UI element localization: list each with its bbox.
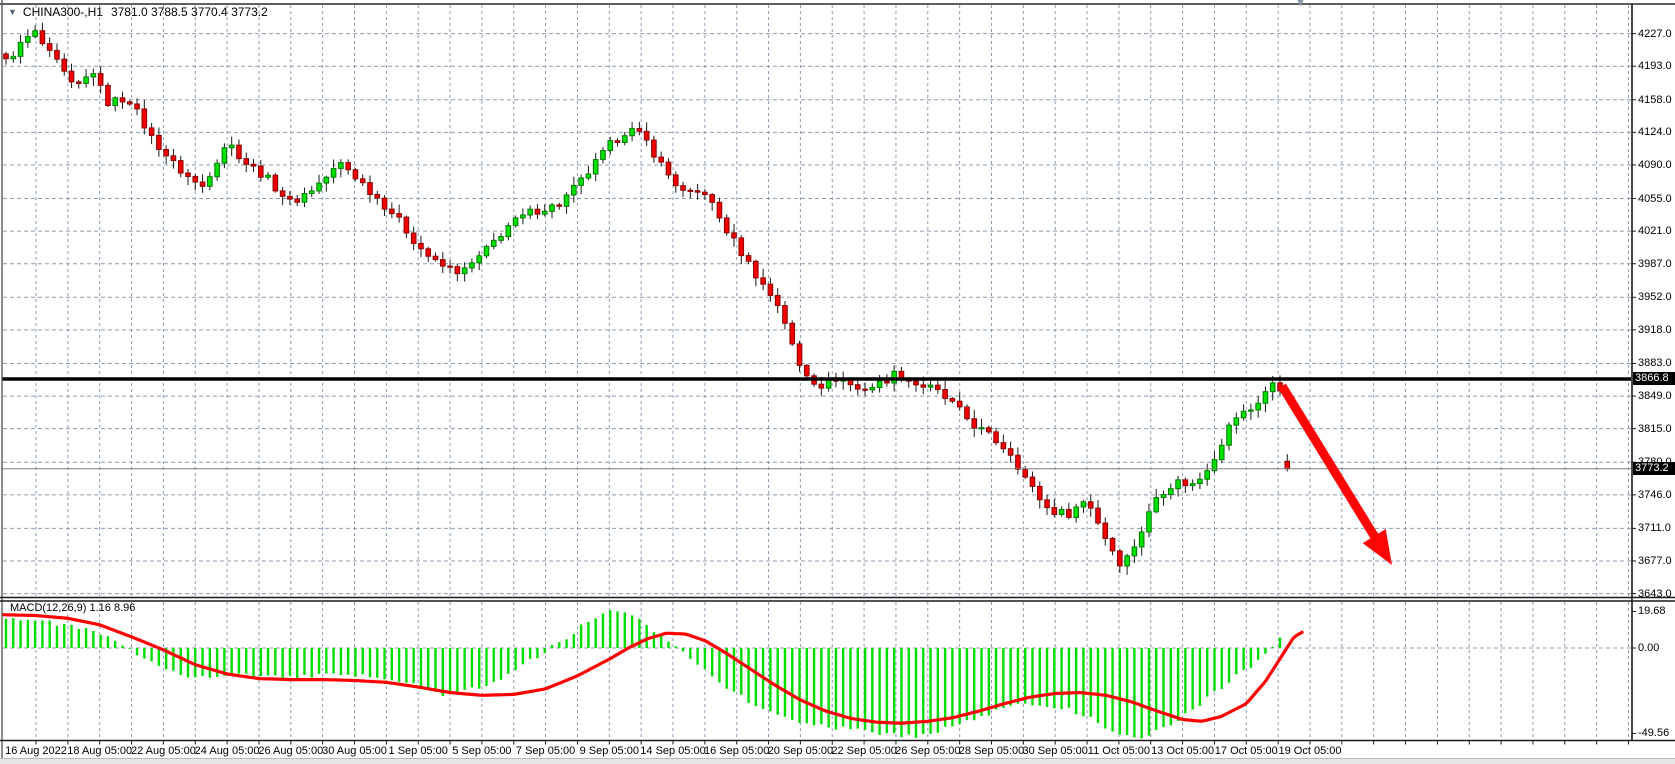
time-tick-label: 11 Oct 05:00 — [1088, 745, 1150, 757]
price-tick-label: 3987.0 — [1638, 258, 1672, 270]
time-tick-label: 28 Sep 05:00 — [959, 745, 1024, 757]
grid-layer — [3, 5, 1631, 740]
indicator-values: 1.16 8.96 — [89, 602, 135, 614]
price-tick-label: 4227.0 — [1638, 28, 1672, 40]
chart-title: ▼ CHINA300-,H1 3781.0 3788.5 3770.4 3773.2 — [8, 5, 268, 19]
time-tick-label: 9 Sep 05:00 — [580, 745, 639, 757]
price-tick-label: 3643.0 — [1638, 588, 1672, 600]
time-tick-label: 1 Sep 05:00 — [389, 745, 448, 757]
macd-signal-line — [3, 615, 1302, 723]
time-tick-label: 30 Sep 05:00 — [1022, 745, 1087, 757]
symbol-dropdown-icon[interactable]: ▼ — [8, 7, 17, 17]
time-tick-label: 13 Oct 05:00 — [1151, 745, 1214, 757]
time-tick-label: 19 Oct 05:00 — [1279, 745, 1342, 757]
price-tick-label: 3952.0 — [1638, 291, 1672, 303]
time-tick-label: 18 Aug 05:00 — [67, 745, 132, 757]
macd-tick-label: 19.68 — [1638, 605, 1666, 617]
price-tick-label: 4158.0 — [1638, 94, 1672, 106]
time-tick-label: 16 Aug 2022 — [5, 745, 67, 757]
macd-tick-label: -49.56 — [1638, 727, 1669, 739]
price-tick-label: 4090.0 — [1638, 159, 1672, 171]
time-tick-label: 14 Sep 05:00 — [640, 745, 705, 757]
time-tick-label: 24 Aug 05:00 — [195, 745, 260, 757]
symbol-timeframe-label: CHINA300-,H1 — [23, 5, 103, 19]
price-tick-label: 3918.0 — [1638, 324, 1672, 336]
scroll-to-end-icon[interactable]: ▼ — [1295, 0, 1306, 9]
price-tick-label: 4124.0 — [1638, 126, 1672, 138]
price-tick-label: 3883.0 — [1638, 357, 1672, 369]
window-bottom-edge — [0, 758, 1675, 764]
price-tick-label: 4055.0 — [1638, 193, 1672, 205]
ohlc-readout: 3781.0 3788.5 3770.4 3773.2 — [111, 5, 268, 19]
trading-chart-window: ▼ CHINA300-,H1 3781.0 3788.5 3770.4 3773.2… — [0, 0, 1675, 764]
time-tick-label: 30 Aug 05:00 — [322, 745, 387, 757]
time-tick-label: 26 Sep 05:00 — [895, 745, 960, 757]
time-tick-label: 17 Oct 05:00 — [1215, 745, 1278, 757]
price-tick-label: 4193.0 — [1638, 60, 1672, 72]
candlestick-series — [4, 23, 1290, 575]
time-tick-label: 22 Aug 05:00 — [131, 745, 196, 757]
price-tick-label: 3711.0 — [1638, 522, 1671, 534]
time-tick-label: 22 Sep 05:00 — [831, 745, 896, 757]
time-tick-label: 7 Sep 05:00 — [516, 745, 575, 757]
hline-price-badge: 3866.8 — [1633, 372, 1675, 385]
chart-canvas[interactable] — [0, 0, 1675, 764]
down-arrow-annotation[interactable] — [1282, 386, 1392, 565]
price-tick-label: 4021.0 — [1638, 225, 1672, 237]
time-tick-label: 16 Sep 05:00 — [704, 745, 769, 757]
time-tick-label: 5 Sep 05:00 — [452, 745, 511, 757]
current-price-badge: 3773.2 — [1633, 462, 1675, 475]
price-tick-label: 3746.0 — [1638, 489, 1672, 501]
indicator-label: MACD(12,26,9) 1.16 8.96 — [10, 602, 135, 614]
time-tick-label: 20 Sep 05:00 — [768, 745, 833, 757]
price-tick-label: 3849.0 — [1638, 390, 1672, 402]
price-tick-label: 3677.0 — [1638, 555, 1672, 567]
macd-tick-label: 0.00 — [1638, 642, 1659, 654]
time-tick-label: 26 Aug 05:00 — [258, 745, 323, 757]
price-tick-label: 3815.0 — [1638, 423, 1672, 435]
indicator-name: MACD(12,26,9) — [10, 602, 86, 614]
macd-histogram — [6, 610, 1287, 738]
